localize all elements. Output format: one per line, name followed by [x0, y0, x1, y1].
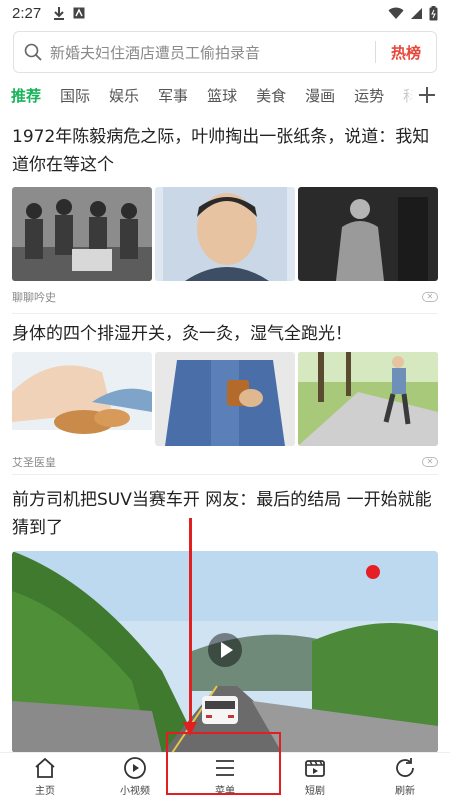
status-time: 2:27 — [12, 4, 42, 22]
nav-home[interactable]: 主页 — [0, 753, 90, 800]
battery-icon — [429, 5, 438, 20]
nav-label: 刷新 — [395, 786, 415, 797]
download-icon — [54, 7, 65, 20]
tab-military[interactable]: 军事 — [158, 85, 188, 106]
news-thumbnail[interactable] — [12, 352, 152, 446]
feed-divider — [12, 313, 438, 314]
play-circle-icon — [124, 757, 146, 779]
search-bar[interactable]: 新婚夫妇住酒店遭员工偷拍录音 热榜 — [13, 31, 437, 73]
plus-icon — [419, 87, 435, 103]
home-icon — [35, 757, 55, 778]
tab-international[interactable]: 国际 — [60, 85, 90, 106]
news-thumbnail[interactable] — [155, 352, 295, 446]
hot-list-button[interactable]: 热榜 — [376, 42, 436, 63]
category-tabs: 推荐 国际 娱乐 军事 篮球 美食 漫画 运势 科 — [0, 80, 450, 110]
tab-comics[interactable]: 漫画 — [305, 85, 335, 106]
news-source: 艾圣医皇 — [12, 456, 56, 469]
video-news-item[interactable]: 前方司机把SUV当赛车开 网友：最后的结局 一开始就能猜到了 — [12, 486, 438, 542]
record-indicator-icon — [366, 565, 380, 579]
nav-refresh[interactable]: 刷新 — [360, 753, 450, 800]
nav-label: 短剧 — [305, 786, 325, 797]
tab-fortune[interactable]: 运势 — [354, 85, 384, 106]
tab-food[interactable]: 美食 — [256, 85, 286, 106]
nav-short-drama[interactable]: 短剧 — [270, 753, 360, 800]
feed-divider — [12, 474, 438, 475]
refresh-icon — [396, 758, 414, 777]
search-icon — [24, 43, 42, 61]
news-title[interactable]: 前方司机把SUV当赛车开 网友：最后的结局 一开始就能猜到了 — [12, 486, 438, 542]
signal-icon — [411, 7, 422, 19]
film-icon — [305, 760, 325, 777]
add-channel-button[interactable] — [414, 80, 440, 110]
status-bar: 2:27 — [0, 0, 450, 26]
play-icon[interactable] — [208, 633, 242, 667]
search-placeholder[interactable]: 新婚夫妇住酒店遭员工偷拍录音 — [50, 42, 375, 63]
news-thumbnail[interactable] — [155, 187, 295, 281]
news-item[interactable]: 1972年陈毅病危之际，叶帅掏出一张纸条，说道：我知道你在等这个 聊聊吟史 ✕ — [12, 123, 438, 305]
news-title[interactable]: 身体的四个排湿开关，灸一灸，湿气全跑光！ — [12, 320, 438, 348]
tab-basketball[interactable]: 篮球 — [207, 85, 237, 106]
dislike-button[interactable]: ✕ — [422, 457, 438, 467]
news-item[interactable]: 身体的四个排湿开关，灸一灸，湿气全跑光！ 艾圣医皇 ✕ — [12, 320, 438, 470]
dislike-button[interactable]: ✕ — [422, 292, 438, 302]
app-notification-icon — [73, 7, 85, 19]
nav-label: 主页 — [35, 786, 55, 797]
news-thumbnail[interactable] — [298, 187, 438, 281]
news-thumbnail[interactable] — [12, 187, 152, 281]
video-thumbnail[interactable] — [12, 551, 438, 753]
tab-entertainment[interactable]: 娱乐 — [109, 85, 139, 106]
news-thumbnail[interactable] — [298, 352, 438, 446]
news-title[interactable]: 1972年陈毅病危之际，叶帅掏出一张纸条，说道：我知道你在等这个 — [12, 123, 438, 179]
wifi-icon — [388, 7, 404, 19]
news-source: 聊聊吟史 — [12, 291, 56, 304]
annotation-arrow — [189, 518, 192, 733]
tab-recommend[interactable]: 推荐 — [11, 85, 41, 106]
nav-label: 小视频 — [120, 786, 150, 797]
annotation-highlight-box — [166, 732, 281, 795]
